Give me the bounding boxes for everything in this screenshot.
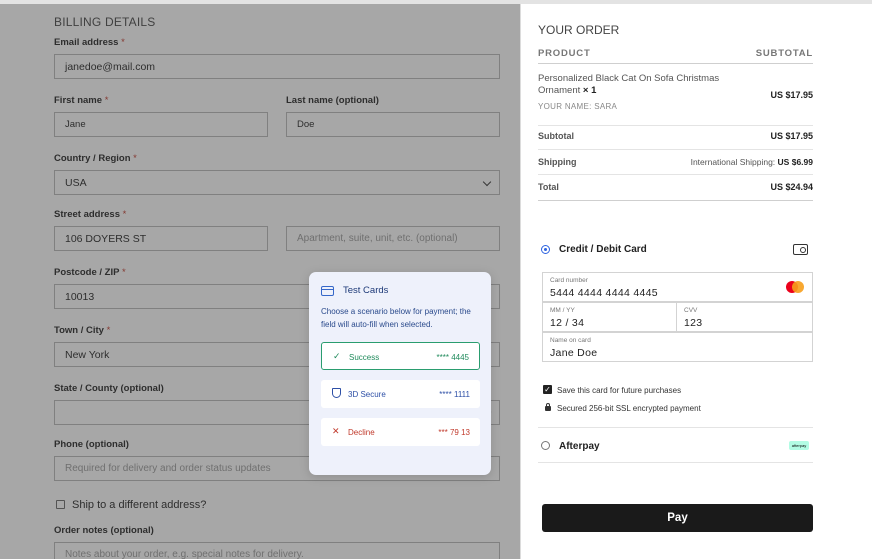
email-label: Email address * [54,37,125,48]
secured-text: Secured 256-bit SSL encrypted payment [557,404,701,413]
credit-card-icon [321,286,334,296]
product-price: US $17.95 [770,90,813,100]
billing-title: BILLING DETAILS [54,15,156,29]
subtotal-value: US $17.95 [770,131,813,141]
country-label: Country / Region * [54,153,137,164]
notes-field[interactable]: Notes about your order, e.g. special not… [54,542,500,559]
afterpay-label: Afterpay [559,441,600,452]
card-icon [793,244,808,255]
email-field[interactable]: janedoe@mail.com [54,54,500,79]
ship-different-label: Ship to a different address? [72,499,207,511]
expiry-field[interactable]: MM / YY 12 / 34 [542,302,677,332]
card-payment-label: Credit / Debit Card [559,244,647,255]
save-card-label: Save this card for future purchases [557,386,682,395]
afterpay-radio[interactable] [541,441,550,450]
ship-different-checkbox[interactable] [56,500,65,509]
order-summary: YOUR ORDER PRODUCT SUBTOTAL Personalized… [521,4,833,559]
x-icon: ✕ [332,426,340,436]
divider [538,149,813,150]
last-name-label: Last name (optional) [286,95,379,106]
test-cards-title: Test Cards [343,285,389,296]
shipping-value: International Shipping: US $6.99 [690,157,813,167]
divider [538,462,813,463]
afterpay-logo: afterpay [789,441,809,450]
pay-button[interactable]: Pay [542,504,813,532]
first-name-field[interactable]: Jane [54,112,268,137]
order-title: YOUR ORDER [538,23,620,37]
cvv-field[interactable]: CVV 123 [676,302,813,332]
street-label: Street address * [54,209,127,220]
state-label: State / County (optional) [54,383,164,394]
notes-label: Order notes (optional) [54,525,154,536]
divider [538,125,813,126]
mastercard-icon [786,281,804,293]
test-cards-description: Choose a scenario below for payment; the… [321,307,471,329]
chevron-down-icon [482,177,492,187]
divider [538,200,813,201]
total-label: Total [538,182,559,192]
street-field[interactable]: 106 DOYERS ST [54,226,268,251]
shipping-label: Shipping [538,157,577,167]
product-name: Personalized Black Cat On Sofa Christmas… [538,73,720,96]
country-select[interactable]: USA [54,170,500,195]
subtotal-label: Subtotal [538,131,574,141]
phone-label: Phone (optional) [54,439,129,450]
country-value: USA [65,176,87,189]
divider [538,63,813,64]
shield-icon [332,388,341,398]
lock-icon [545,403,551,411]
divider [538,174,813,175]
apartment-field[interactable]: Apartment, suite, unit, etc. (optional) [286,226,500,251]
test-card-3d-secure[interactable]: 3D Secure **** 1111 [321,380,480,408]
postcode-label: Postcode / ZIP * [54,267,126,278]
product-column-header: PRODUCT [538,48,591,59]
save-card-checkbox[interactable]: ✓ [543,385,552,394]
city-label: Town / City * [54,325,111,336]
last-name-field[interactable]: Doe [286,112,500,137]
checkout-page: BILLING DETAILS Email address * janedoe@… [0,0,872,559]
name-on-card-field[interactable]: Name on card Jane Doe [542,332,813,362]
first-name-label: First name * [54,95,109,106]
card-number-field[interactable]: Card number 5444 4444 4444 4445 [542,272,813,302]
total-value: US $24.94 [770,182,813,192]
check-icon: ✓ [333,351,341,361]
card-payment-radio[interactable] [541,245,550,254]
product-meta: YOUR NAME: SARA [538,102,618,111]
test-card-decline[interactable]: ✕ Decline *** 79 13 [321,418,480,446]
subtotal-column-header: SUBTOTAL [755,48,813,59]
test-cards-popup: Test Cards Choose a scenario below for p… [309,272,491,475]
test-card-success[interactable]: ✓ Success **** 4445 [321,342,480,370]
divider [538,427,813,428]
